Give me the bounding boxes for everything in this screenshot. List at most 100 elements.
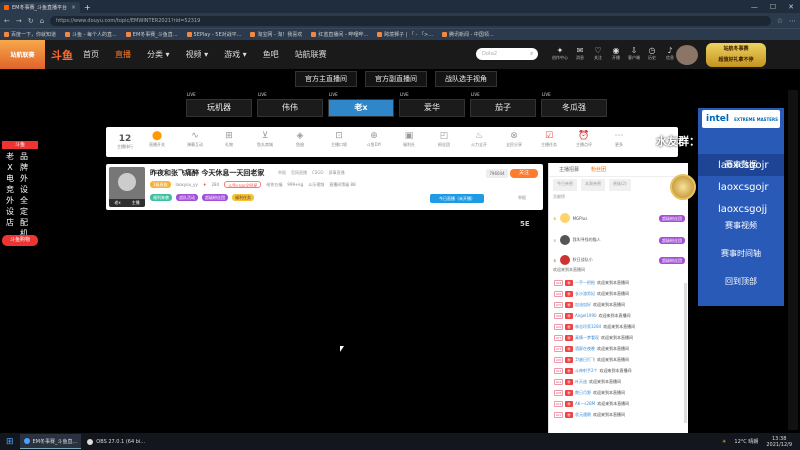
report-link[interactable]: 举报 xyxy=(518,195,526,201)
chat-username[interactable]: 数日月野 xyxy=(575,390,591,396)
new-tab-button[interactable]: + xyxy=(80,2,95,13)
toolbar-item[interactable]: ⊡ 主播口袋 xyxy=(326,131,352,148)
menu-event-timeline[interactable]: 赛事时间轴 xyxy=(698,244,784,264)
menu-back-to-top[interactable]: 回到顶部 xyxy=(698,272,784,292)
user-avatar[interactable] xyxy=(676,45,698,65)
top-user[interactable]: ♛ 秋日战队小 超级粉丝团 xyxy=(553,253,685,267)
chat-username[interactable]: 酒醉在夜晚 xyxy=(575,346,595,352)
event-logo[interactable]: 站航联赛 xyxy=(0,40,45,69)
toolbar-item[interactable]: ⋯ 更多 xyxy=(606,131,632,148)
chip[interactable]: 福利任务 xyxy=(232,194,254,201)
chat-username[interactable]: 尹越日打飞 xyxy=(575,357,595,363)
toolbar-item[interactable]: ⏰ 主播点评 xyxy=(571,131,597,148)
toolbar-item[interactable]: ⊻ 鱼丸商城 xyxy=(252,131,278,148)
star-icon[interactable]: ☆ xyxy=(777,17,783,25)
toolbar-item[interactable]: ⬤ 直播开关 xyxy=(144,131,170,148)
taskbar-obs-app[interactable]: OBS 27.0.1 (64 bi... xyxy=(83,434,149,449)
shop-button[interactable]: 斗鱼购物 xyxy=(2,235,38,246)
close-window-icon[interactable]: ✕ xyxy=(788,3,794,11)
player-tab[interactable]: 爱华 xyxy=(399,99,465,117)
official-main-room-button[interactable]: 官方主直播间 xyxy=(295,71,357,87)
top-user[interactable]: ♛ MGPlus 超级粉丝团 xyxy=(553,211,685,225)
forward-icon[interactable]: → xyxy=(16,17,22,25)
chip[interactable]: 福利来袭 xyxy=(150,194,172,201)
toolbar-item[interactable]: ◈ 鱼翅 xyxy=(287,131,313,148)
top-user[interactable]: ♛ 我叫寻找的猫人 超级粉丝团 xyxy=(553,233,685,247)
nav-category[interactable]: 分类 ▾ xyxy=(147,49,170,60)
toolbar-item[interactable]: ▣ 福利社 xyxy=(396,131,422,148)
player-tab[interactable]: 茄子 xyxy=(470,99,536,117)
official-sub-room-button[interactable]: 官方副直播间 xyxy=(365,71,427,87)
chat-tab[interactable]: 粉丝团 xyxy=(591,166,606,173)
clock[interactable]: 13:38 2021/12/9 xyxy=(766,436,792,448)
player-tab[interactable]: 冬瓜强 xyxy=(541,99,607,117)
bookmark[interactable]: 腾讯新闻 - 中国领... xyxy=(441,31,494,38)
schedule-button[interactable]: 今日直播（未开播） xyxy=(430,194,484,203)
minimize-icon[interactable]: — xyxy=(751,3,758,11)
chat-username[interactable]: AK一s2BM xyxy=(575,401,595,407)
nav-league[interactable]: 站航联赛 xyxy=(295,49,327,60)
left-ad[interactable]: 斗鱼 老X电竞外设店 品牌外设全定配机 斗鱼购物 xyxy=(2,141,38,247)
back-icon[interactable]: ← xyxy=(4,17,10,25)
chat-username[interactable]: 一手一把枪 xyxy=(575,280,595,286)
bookmark[interactable]: EM冬事赛_斗鱼直... xyxy=(125,31,178,38)
chat-username[interactable]: Angel1990 xyxy=(575,313,597,318)
nav-game[interactable]: 游戏 ▾ xyxy=(224,49,247,60)
toolbar-item[interactable]: ⊗ 全民分享 xyxy=(501,131,527,148)
rank-tab[interactable]: 贵族(2) xyxy=(609,179,631,191)
chat-username[interactable]: 状元遇朝 xyxy=(575,412,591,418)
bookmark[interactable]: 跨境狮子 | 「 - 「>... xyxy=(377,31,433,38)
nav-video[interactable]: 视频 ▾ xyxy=(186,49,209,60)
site-logo[interactable]: 斗鱼 xyxy=(51,47,73,63)
reload-icon[interactable]: ↻ xyxy=(28,17,34,25)
player-tab-selected[interactable]: 老x xyxy=(328,99,394,117)
chat-username[interactable]: 长沙渣男妃 xyxy=(575,291,595,297)
nav-fishbar[interactable]: 鱼吧 xyxy=(263,49,279,60)
player-tab[interactable]: 玩机器 xyxy=(186,99,252,117)
nav-home[interactable]: 首页 xyxy=(83,49,99,60)
rank-tab[interactable]: 本周亲密 xyxy=(581,179,605,191)
bookmark[interactable]: 斗鱼 - 每个人的直... xyxy=(65,31,117,38)
streamer-thumbnail[interactable]: 老x 主播 xyxy=(109,167,145,207)
chat-username[interactable]: 斗神射手2个 xyxy=(575,368,598,374)
promo-banner[interactable]: 站航冬事赛 超值好礼拿不停 xyxy=(706,43,766,67)
toolbar-item[interactable]: ⊕ 斗鱼DIY xyxy=(361,131,387,148)
home-icon[interactable]: ⌂ xyxy=(40,17,44,25)
bookmark[interactable]: 红蓝直播间 - 哔哩哔... xyxy=(311,31,368,38)
chip[interactable]: 超级粉丝团 xyxy=(202,194,228,201)
chip[interactable]: 战队活动 xyxy=(176,194,198,201)
player-view-button[interactable]: 战队选手视角 xyxy=(435,71,497,87)
url-input[interactable]: https://www.douyu.com/topic/EMWINTER2021… xyxy=(50,15,771,26)
chat-username[interactable]: 林志玲家3284 xyxy=(575,324,601,330)
search-icon[interactable]: ⌕ xyxy=(530,50,533,58)
nav-live[interactable]: 直播 xyxy=(115,49,131,60)
chat-username[interactable]: 真情一梦看现 xyxy=(575,335,599,341)
bookmark[interactable]: 百度一下，你就知道 xyxy=(4,31,56,38)
chat-scrollbar[interactable] xyxy=(684,283,687,423)
search-input[interactable]: Dota2 xyxy=(476,48,538,60)
menu-event-video[interactable]: 赛事视频 xyxy=(698,216,784,236)
rank-tab[interactable]: 今日亲密 xyxy=(553,179,577,191)
page-scrollbar[interactable] xyxy=(788,90,798,430)
chat-tab[interactable]: 主播招募 xyxy=(559,166,579,173)
maximize-icon[interactable]: ☐ xyxy=(770,3,776,11)
bookmark[interactable]: 淘宝网 - 淘！我喜欢 xyxy=(250,31,302,38)
bookmark[interactable]: 5EPlay - 5E对战平... xyxy=(186,31,241,38)
extensions-icon[interactable]: ⋯ xyxy=(789,17,796,25)
guild-badge[interactable]: 斗鱼csgo全明星 xyxy=(224,181,262,188)
toolbar-item[interactable]: ☑ 主播任务 xyxy=(536,131,562,148)
toolbar-item[interactable]: ♨ 火力全开 xyxy=(466,131,492,148)
chat-username[interactable]: 加油加好 xyxy=(575,302,591,308)
toolbar-item[interactable]: ◰ 粉丝团 xyxy=(431,131,457,148)
player-tab[interactable]: 伟伟 xyxy=(257,99,323,117)
taskbar-browser-app[interactable]: EM冬事赛_斗鱼直... xyxy=(19,434,82,449)
toolbar-item[interactable]: ⊞ 礼物 xyxy=(216,131,242,148)
toolbar-item[interactable]: ∿ 弹幕互动 xyxy=(182,131,208,148)
close-tab-icon[interactable]: × xyxy=(71,4,76,11)
streamer-name[interactable]: laoxyou_yy xyxy=(176,182,198,187)
browser-tab[interactable]: EM冬事赛_斗鱼直播平台 × xyxy=(0,2,80,13)
rank-counter[interactable]: 12 主播排行 xyxy=(114,134,136,150)
chat-username[interactable]: 叶天迪 xyxy=(575,379,587,385)
follow-button[interactable]: 关注 xyxy=(510,169,538,178)
windows-start-icon[interactable]: ⊞ xyxy=(6,437,14,447)
